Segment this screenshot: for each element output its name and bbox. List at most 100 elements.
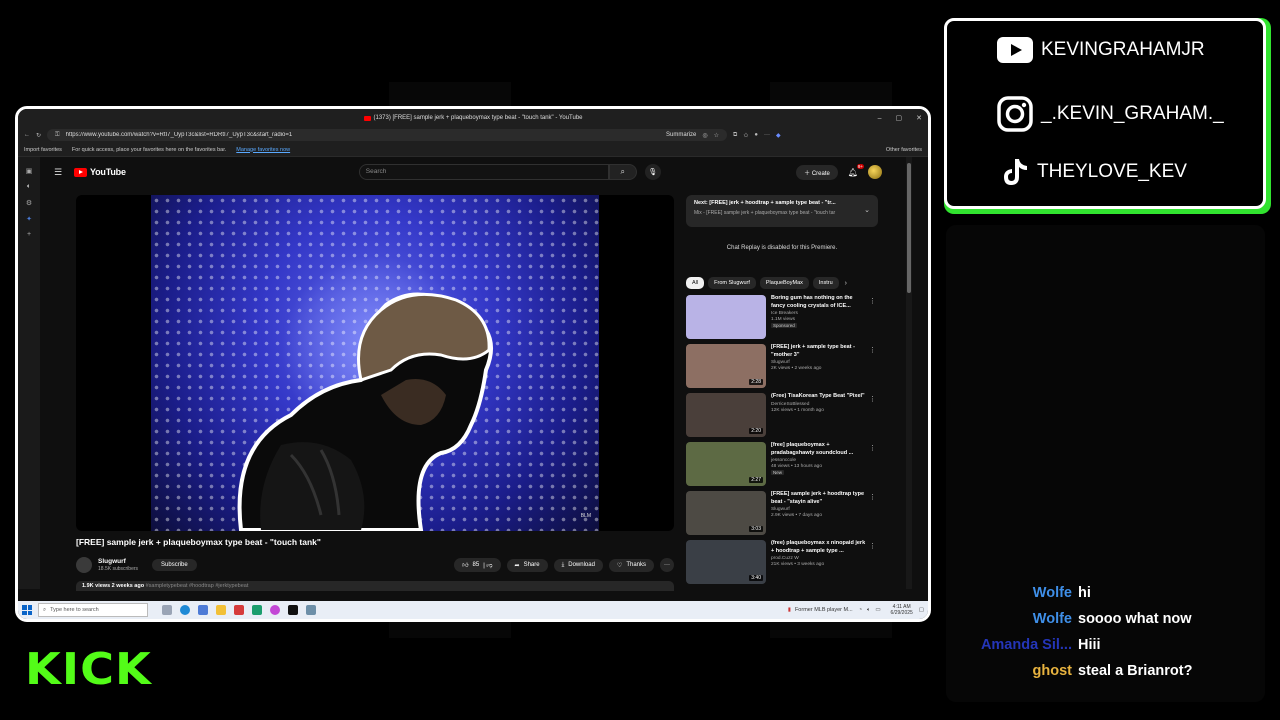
task-view-icon[interactable] <box>162 605 172 615</box>
recommendation-thumbnail[interactable] <box>686 295 766 339</box>
recommendation-thumbnail[interactable]: 3:03 <box>686 491 766 535</box>
create-button[interactable]: ＋ Create <box>796 164 838 180</box>
recommendation-thumbnail[interactable]: 2:20 <box>686 393 766 437</box>
recommendation-channel[interactable]: Slugwurf <box>771 507 867 512</box>
chat-username[interactable]: Amanda Sil... <box>946 637 1072 653</box>
chip-from-channel[interactable]: From Slugwurf <box>708 277 756 289</box>
back-icon[interactable]: ← <box>24 132 30 138</box>
chat-username[interactable]: Wolfe <box>946 611 1072 627</box>
download-button[interactable]: ⤓ Download <box>553 558 603 572</box>
kebab-menu-icon[interactable]: ⋮ <box>869 346 876 354</box>
app-icon[interactable] <box>306 605 316 615</box>
kebab-menu-icon[interactable]: ⋮ <box>869 395 876 403</box>
address-bar[interactable]: ⚿ https://www.youtube.com/watch?v=RtI7_U… <box>47 129 728 141</box>
video-player[interactable]: BLM <box>76 195 674 531</box>
add-tab-icon[interactable]: + <box>27 231 31 238</box>
taskbar-search[interactable]: ⌕ Type here to search <box>38 603 148 617</box>
battery-icon[interactable]: ▭ <box>875 607 880 613</box>
edge-icon[interactable] <box>180 605 190 615</box>
recommendation-channel[interactable]: DerriceSoBlessed <box>771 402 867 407</box>
other-favorites-button[interactable]: Other favorites <box>886 147 922 153</box>
summarize-button[interactable]: Summarize <box>666 132 696 138</box>
profile-icon[interactable]: ● <box>754 132 758 138</box>
recommendation-title[interactable]: [free] plaqueboymax + pradabagshawty sou… <box>771 442 867 457</box>
network-icon[interactable]: ◔ <box>859 607 862 613</box>
account-avatar[interactable] <box>868 165 882 179</box>
chat-username[interactable]: Wolfe <box>946 585 1072 601</box>
copilot-icon[interactable]: ◆ <box>776 132 781 139</box>
minimize-button[interactable]: – <box>878 115 882 122</box>
more-actions-button[interactable]: ··· <box>660 558 674 572</box>
recommendation-title[interactable]: [FREE] sample jerk + hoodtrap type beat … <box>771 491 867 506</box>
channel-avatar[interactable] <box>76 557 92 573</box>
youtube-logo[interactable]: YouTube <box>74 167 126 177</box>
recommendation-item[interactable]: 3:40 (free) plaqueboymax x ninopaid jerk … <box>686 540 878 588</box>
recommendation-title[interactable]: Boring gum has nothing on the fancy cool… <box>771 295 867 310</box>
description-box[interactable]: 1.9K views 2 weeks ago #sampletypebeat #… <box>76 581 674 591</box>
like-dislike-button[interactable]: 👍︎ 85 | 👎︎ <box>454 558 501 572</box>
store-icon[interactable] <box>270 605 280 615</box>
read-aloud-icon[interactable]: ◎ <box>702 132 707 139</box>
chat-username[interactable]: ghost <box>946 663 1072 679</box>
favorite-star-icon[interactable]: ☆ <box>714 132 719 139</box>
settings-more-icon[interactable]: ··· <box>764 132 770 138</box>
up-next-panel[interactable]: Next: [FREE] jerk + hoodtrap + sample ty… <box>686 195 878 227</box>
recommendation-thumbnail[interactable]: 2:27 <box>686 442 766 486</box>
chip-plaqueboymax[interactable]: PlaqueBoyMax <box>759 277 809 289</box>
import-favorites-button[interactable]: Import favorites <box>24 147 62 153</box>
kebab-menu-icon[interactable]: ⋮ <box>869 444 876 452</box>
recommendation-channel[interactable]: prod.Cuzz W <box>771 556 867 561</box>
maximize-button[interactable]: ▢ <box>896 114 903 122</box>
share-button[interactable]: ➦ Share <box>506 558 548 572</box>
recommendation-channel[interactable]: jessonccole <box>771 458 867 463</box>
chevron-right-icon[interactable]: › <box>845 280 847 287</box>
kebab-menu-icon[interactable]: ⋮ <box>869 297 876 305</box>
file-explorer-icon[interactable] <box>216 605 226 615</box>
chip-instrumental[interactable]: Instru <box>812 277 839 289</box>
windows-start-icon[interactable] <box>22 605 32 615</box>
recommendation-item[interactable]: 2:28 [FREE] jerk + sample type beat - "mo… <box>686 344 878 392</box>
notes-icon[interactable] <box>198 605 208 615</box>
search-input[interactable]: Search <box>358 164 609 180</box>
tab-actions-icon[interactable]: ▣ <box>26 167 33 175</box>
recommendation-channel[interactable]: Slugwurf <box>771 360 867 365</box>
recommendation-thumbnail[interactable]: 3:40 <box>686 540 766 584</box>
notification-center-icon[interactable]: ▢ <box>919 607 924 613</box>
recommendation-item[interactable]: 2:27 [free] plaqueboymax + pradabagshawty… <box>686 442 878 490</box>
volume-icon[interactable]: 🔈︎ <box>867 607 870 614</box>
recommendation-item[interactable]: 2:20 (Free) TisaKorean Type Beat "Pixel" D… <box>686 393 878 441</box>
chevron-down-icon[interactable]: ⌄ <box>864 206 870 214</box>
media-app-icon[interactable] <box>234 605 244 615</box>
channel-name[interactable]: Slugwurf <box>98 558 138 565</box>
recommendation-item[interactable]: 3:03 [FREE] sample jerk + hoodtrap type b… <box>686 491 878 539</box>
extensions-icon[interactable]: ⧉ <box>733 132 737 139</box>
notifications-button[interactable]: 🔔︎ 9+ <box>848 163 864 177</box>
capcut-icon[interactable] <box>288 605 298 615</box>
thanks-button[interactable]: ♡ Thanks <box>608 558 654 572</box>
close-button[interactable]: ✕ <box>916 114 922 122</box>
voice-search-button[interactable]: 🎙︎ <box>644 164 661 180</box>
copilot-sidebar-icon[interactable]: ✦ <box>26 215 32 223</box>
thumbs-down-icon[interactable]: | 👎︎ <box>483 561 492 569</box>
chat-app-icon[interactable] <box>252 605 262 615</box>
page-scrollbar[interactable] <box>906 157 912 589</box>
recommendation-title[interactable]: (free) plaqueboymax x ninopaid jerk + ho… <box>771 540 867 555</box>
recommendation-thumbnail[interactable]: 2:28 <box>686 344 766 388</box>
news-widget[interactable]: ▮ Former MLB player M... <box>788 607 853 613</box>
settings-icon[interactable]: ⚙︎ <box>26 199 32 207</box>
refresh-icon[interactable]: ↻ <box>36 132 41 139</box>
subscribe-button[interactable]: Subscribe <box>152 559 197 571</box>
sound-icon[interactable]: 🔈︎ <box>27 183 31 191</box>
recommendation-title[interactable]: [FREE] jerk + sample type beat - "mother… <box>771 344 867 359</box>
chip-all[interactable]: All <box>686 277 705 289</box>
hashtags[interactable]: #sampletypebeat #hoodtrap #jerktypebeat <box>146 583 249 589</box>
menu-icon[interactable]: ☰ <box>54 167 66 178</box>
manage-favorites-link[interactable]: Manage favorites now <box>236 147 290 153</box>
favorites-icon[interactable]: ✩ <box>743 132 748 139</box>
kebab-menu-icon[interactable]: ⋮ <box>869 493 876 501</box>
search-button[interactable]: ⌕ <box>608 164 637 180</box>
taskbar-clock[interactable]: 4:11 AM 6/29/2025 <box>891 604 913 616</box>
recommendation-item[interactable]: Boring gum has nothing on the fancy cool… <box>686 295 878 343</box>
kebab-menu-icon[interactable]: ⋮ <box>869 542 876 550</box>
recommendation-channel[interactable]: Ice Breakers <box>771 311 867 316</box>
